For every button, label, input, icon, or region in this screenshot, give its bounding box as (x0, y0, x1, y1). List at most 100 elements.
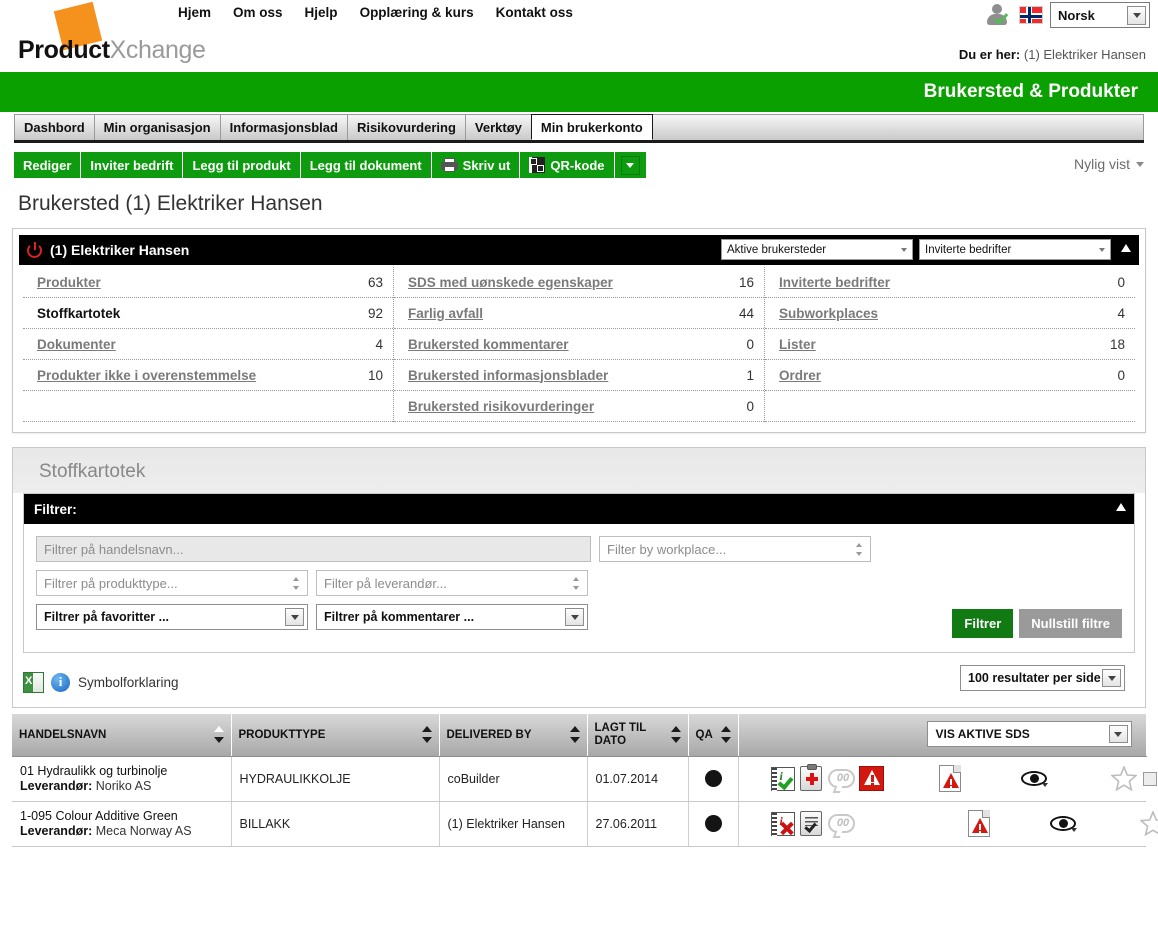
chevron-down-icon[interactable] (565, 608, 584, 626)
skriv-ut-button[interactable]: Skriv ut (431, 152, 521, 178)
info-icon[interactable]: i (51, 672, 70, 692)
stat-label[interactable]: Ordrer (779, 368, 821, 383)
first-aid-icon[interactable] (799, 764, 822, 791)
user-verified-icon[interactable] (986, 3, 1012, 27)
legg-til-produkt-button[interactable]: Legg til produkt (183, 152, 301, 178)
stat-row[interactable]: Farlig avfall 44 (394, 298, 764, 329)
tab-risikovurdering[interactable]: Risikovurdering (346, 114, 466, 140)
tab-dashbord[interactable]: Dashbord (14, 114, 95, 140)
stat-row[interactable]: Inviterte bedrifter 0 (765, 267, 1135, 298)
updown-arrows-icon (292, 577, 299, 590)
stat-label[interactable]: Brukersted risikovurderinger (408, 399, 594, 414)
sds-info-ok-icon[interactable]: i (770, 766, 795, 792)
stat-row[interactable]: Brukersted informasjonsblader 1 (394, 360, 764, 391)
stat-row[interactable]: Produkter 63 (23, 267, 393, 298)
stat-label[interactable]: SDS med uønskede egenskaper (408, 275, 613, 290)
product-name[interactable]: 1-095 Colour Additive Green (20, 809, 223, 823)
product-name[interactable]: 01 Hydraulikk og turbinolje (20, 764, 223, 778)
active-workplaces-select[interactable]: Aktive brukersteder (721, 239, 913, 260)
rediger-button[interactable]: Rediger (14, 152, 82, 178)
sort-arrows-icon[interactable] (422, 726, 432, 744)
tab-informasjonsblad[interactable]: Informasjonsblad (219, 114, 348, 140)
select-checkbox[interactable] (1142, 771, 1157, 786)
nav-item-kontakt-oss[interactable]: Kontakt oss (496, 5, 573, 20)
stat-label[interactable]: Produkter (37, 275, 101, 290)
sds-info-missing-icon[interactable]: i (770, 811, 795, 837)
sort-arrows-icon[interactable] (671, 726, 681, 744)
stat-row[interactable]: Brukersted kommentarer 0 (394, 329, 764, 360)
supplier-filter-select[interactable]: Filter på leverandør... (316, 570, 588, 596)
product-xchange-logo[interactable]: ProductXchange (10, 1, 206, 64)
chevron-down-icon[interactable] (620, 155, 640, 175)
stat-label[interactable]: Brukersted informasjonsblader (408, 368, 608, 383)
norway-flag-icon[interactable] (1019, 6, 1043, 24)
apply-filter-button[interactable]: Filtrer (952, 609, 1014, 638)
tab-verktoy[interactable]: Verktøy (464, 114, 532, 140)
document-warning-icon[interactable] (967, 810, 990, 837)
sort-arrows-icon[interactable] (721, 726, 731, 744)
stat-row[interactable]: Ordrer 0 (765, 360, 1135, 391)
excel-export-icon[interactable] (23, 671, 44, 693)
collapse-panel-icon[interactable] (1121, 244, 1131, 252)
legg-til-dokument-button[interactable]: Legg til dokument (300, 152, 432, 178)
trade-name-filter-input[interactable]: Filtrer på handelsnavn... (36, 536, 591, 562)
chevron-down-icon[interactable] (285, 608, 304, 626)
active-sds-select[interactable]: VIS AKTIVE SDS (926, 721, 1132, 747)
nav-item-om-oss[interactable]: Om oss (233, 5, 283, 20)
favourite-star-icon[interactable] (1139, 811, 1158, 836)
collapse-filter-icon[interactable] (1116, 503, 1126, 511)
workplace-filter-select[interactable]: Filter by workplace... (599, 536, 871, 562)
favourites-filter-select[interactable]: Filtrer på favoritter ... (36, 604, 308, 630)
eye-view-icon[interactable] (1049, 815, 1078, 833)
stat-row[interactable]: Subworkplaces 4 (765, 298, 1135, 329)
stat-row[interactable]: Stoffkartotek 92 (23, 298, 393, 329)
stat-label[interactable]: Brukersted kommentarer (408, 337, 569, 352)
reset-filter-button[interactable]: Nullstill filtre (1019, 609, 1122, 638)
qr-kode-button[interactable]: QR-kode (520, 152, 615, 178)
results-per-page-select[interactable]: 100 resultater per side (960, 665, 1125, 691)
symbol-legend-label[interactable]: Symbolforklaring (78, 675, 179, 690)
stat-label[interactable]: Inviterte bedrifter (779, 275, 890, 290)
language-select[interactable]: Norsk (1050, 2, 1150, 28)
stat-label[interactable]: Lister (779, 337, 816, 352)
stat-label[interactable]: Farlig avfall (408, 306, 483, 321)
stat-label[interactable]: Dokumenter (37, 337, 116, 352)
favourite-star-icon[interactable] (1110, 766, 1137, 791)
chevron-down-icon[interactable] (1127, 6, 1146, 25)
inviter-bedrift-button[interactable]: Inviter bedrift (81, 152, 184, 178)
chevron-down-icon[interactable] (1102, 669, 1121, 687)
checklist-icon[interactable] (799, 811, 822, 836)
nav-item-opplaering-kurs[interactable]: Opplæring & kurs (360, 5, 474, 20)
column-header-handelsnavn[interactable]: HANDELSNAVN (12, 714, 232, 757)
stat-row[interactable]: Brukersted risikovurderinger 0 (394, 391, 764, 422)
stat-row[interactable]: SDS med uønskede egenskaper 16 (394, 267, 764, 298)
sort-arrows-icon[interactable] (214, 726, 224, 744)
chevron-down-icon[interactable] (1108, 725, 1128, 743)
table-row[interactable]: 1-095 Colour Additive Green Leverandør: … (12, 801, 1158, 847)
nav-item-hjem[interactable]: Hjem (178, 5, 211, 20)
stat-label[interactable]: Produkter ikke i overenstemmelse (37, 368, 256, 383)
column-header-qa[interactable]: QA (688, 714, 739, 757)
tab-min-organisasjon[interactable]: Min organisasjon (93, 114, 221, 140)
stat-row[interactable]: Lister 18 (765, 329, 1135, 360)
column-header-produkttype[interactable]: PRODUKTTYPE (231, 714, 440, 757)
sort-arrows-icon[interactable] (570, 726, 580, 744)
hazard-warning-icon[interactable] (858, 766, 884, 791)
table-row[interactable]: 01 Hydraulikk og turbinolje Leverandør: … (12, 756, 1157, 802)
toolbar-more-button[interactable] (614, 152, 646, 178)
tab-min-brukerkonto[interactable]: Min brukerkonto (530, 114, 653, 140)
recently-viewed-menu[interactable]: Nylig vist (1074, 156, 1144, 172)
eye-view-icon[interactable] (1020, 770, 1049, 788)
column-header-delivered-by[interactable]: DELIVERED BY (439, 714, 588, 757)
document-warning-icon[interactable] (938, 765, 961, 792)
column-header-lagt-til-dato[interactable]: LAGT TIL DATO (587, 714, 689, 757)
product-type-filter-select[interactable]: Filtrer på produkttype... (36, 570, 308, 596)
stat-label[interactable]: Subworkplaces (779, 306, 878, 321)
comment-count-icon[interactable]: 00 (827, 769, 855, 793)
invited-companies-select[interactable]: Inviterte bedrifter (919, 239, 1111, 260)
comments-filter-select[interactable]: Filtrer på kommentarer ... (316, 604, 588, 630)
stat-row[interactable]: Dokumenter 4 (23, 329, 393, 360)
nav-item-hjelp[interactable]: Hjelp (305, 5, 338, 20)
comment-count-icon[interactable]: 00 (827, 814, 855, 838)
stat-row[interactable]: Produkter ikke i overenstemmelse 10 (23, 360, 393, 391)
